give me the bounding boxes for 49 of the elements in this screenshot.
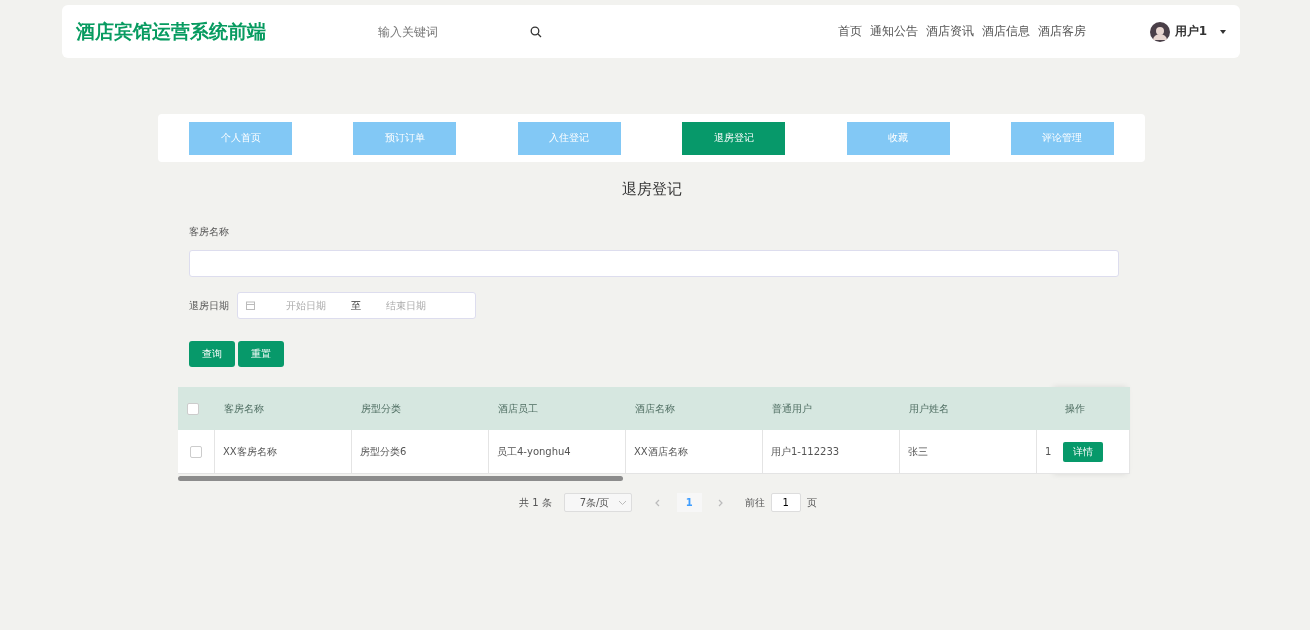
table-cell: 1 — [1037, 430, 1056, 474]
column-header: 房型分类 — [352, 387, 489, 430]
avatar-icon[interactable] — [1149, 21, 1170, 42]
column-header: 酒店员工 — [489, 387, 626, 430]
column-header: 客房名称 — [215, 387, 352, 430]
page-size-select[interactable]: 7条/页 — [563, 493, 632, 512]
table-cell: 房型分类6 — [352, 430, 489, 474]
end-date-field[interactable]: 结束日期 — [369, 299, 443, 312]
column-header: 普通用户 — [763, 387, 900, 430]
field-label: 客房名称 — [189, 225, 230, 239]
table-cell: 用户1-112233 — [763, 430, 900, 474]
nav-link[interactable]: 酒店资讯 — [925, 23, 974, 40]
scrollbar[interactable] — [178, 476, 623, 481]
calendar-icon — [246, 301, 255, 310]
table-cell: XX酒店名称 — [626, 430, 763, 474]
caret-icon — [618, 500, 626, 505]
next-page-icon[interactable] — [716, 498, 725, 507]
nav-link[interactable]: 首页 — [837, 23, 862, 40]
date-range-field[interactable]: 开始日期 至 结束日期 — [237, 292, 476, 319]
column-header: 用户姓名 — [900, 387, 1037, 430]
page-number[interactable]: 1 — [676, 493, 702, 512]
checkbox[interactable] — [187, 402, 199, 415]
page-title: 退房登记 — [620, 180, 683, 199]
nav-link[interactable]: 通知公告 — [869, 23, 918, 40]
table-cell: 员工4-yonghu4 — [489, 430, 626, 474]
field-label: 退房日期 — [189, 298, 229, 313]
search-button[interactable]: 查询 — [189, 341, 235, 367]
tab[interactable]: 退房登记 — [682, 121, 786, 155]
checkbox[interactable] — [190, 445, 202, 458]
room-name-field[interactable] — [189, 250, 1119, 277]
search-field[interactable]: 输入关键词 — [376, 23, 530, 40]
caret-icon[interactable] — [1220, 29, 1226, 34]
column-header: 酒店名称 — [626, 387, 763, 430]
page-suffix: 页 — [806, 495, 817, 510]
nav-link[interactable]: 酒店客房 — [1037, 23, 1086, 40]
site-logo[interactable]: 酒店宾馆运营系统前端 — [76, 18, 376, 45]
table-cell: 张三 — [900, 430, 1037, 474]
start-date-field[interactable]: 开始日期 — [269, 299, 343, 312]
column-header: 操作 — [1056, 387, 1130, 430]
details-button[interactable]: 详情 — [1063, 441, 1103, 462]
nav-link[interactable]: 酒店信息 — [981, 23, 1030, 40]
total-count: 共 1 条 — [519, 495, 552, 510]
page-field[interactable]: 1 — [770, 493, 801, 512]
search-icon[interactable] — [530, 25, 542, 38]
user-name[interactable]: 用户1 — [1174, 23, 1207, 40]
goto-label: 前往 — [744, 495, 765, 510]
reset-button[interactable]: 重置 — [238, 341, 284, 367]
table-cell: XX客房名称 — [215, 430, 352, 474]
range-separator: 至 — [351, 298, 361, 313]
